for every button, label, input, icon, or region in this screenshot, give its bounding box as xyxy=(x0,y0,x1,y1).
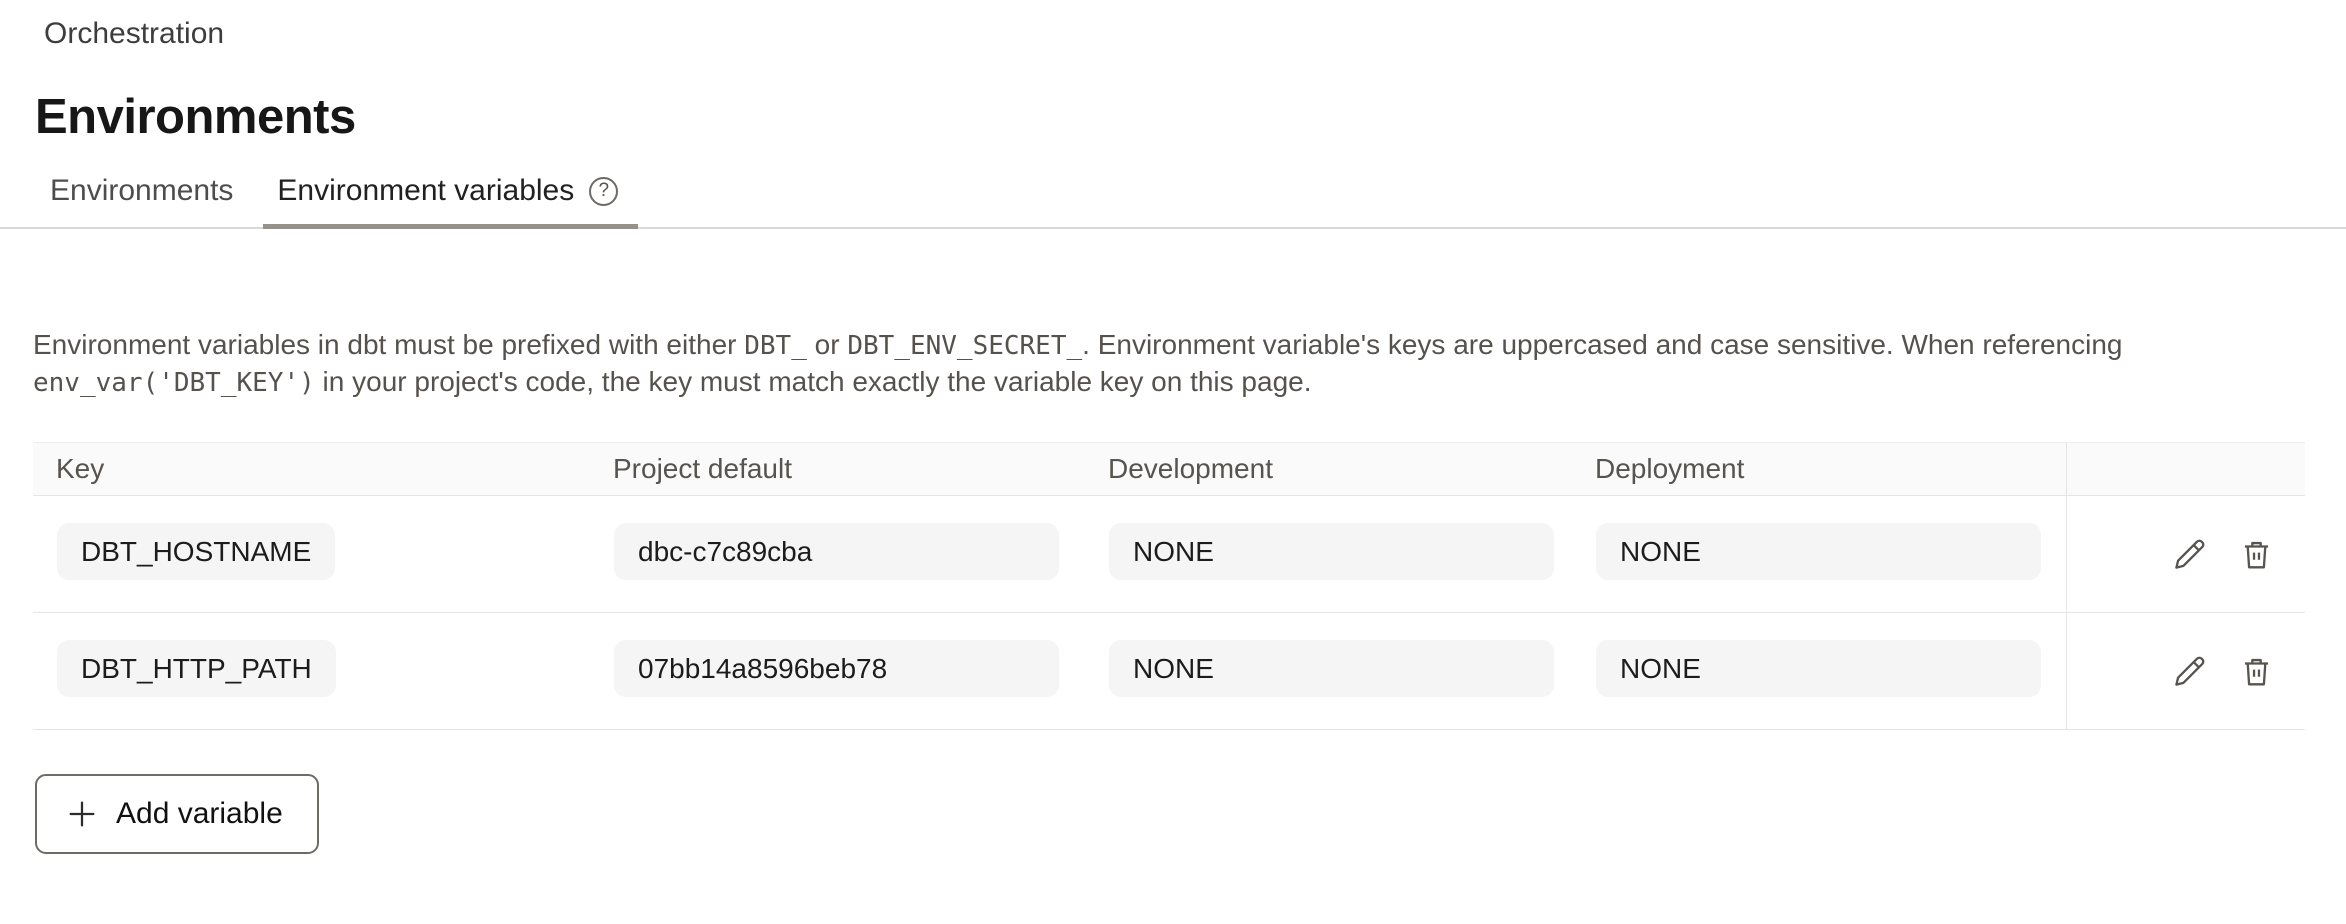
column-header-development: Development xyxy=(1085,453,1572,485)
add-variable-button-label: Add variable xyxy=(116,797,283,831)
key-cell: DBT_HOSTNAME xyxy=(33,523,590,585)
row-actions xyxy=(2066,613,2305,729)
table-header-row: Key Project default Development Deployme… xyxy=(33,442,2305,496)
development-value-pill: NONE xyxy=(1109,640,1554,697)
edit-variable-button[interactable] xyxy=(2171,653,2208,690)
trash-icon xyxy=(2238,653,2275,690)
page-title: Environments xyxy=(35,88,2346,146)
tab-environment-variables[interactable]: Environment variables ? xyxy=(263,174,638,229)
description-text: Environment variables in dbt must be pre… xyxy=(33,327,2133,401)
edit-variable-button[interactable] xyxy=(2171,536,2208,573)
row-actions xyxy=(2066,496,2305,612)
environment-variables-table: Key Project default Development Deployme… xyxy=(33,442,2305,730)
project-default-value-pill: dbc-c7c89cba xyxy=(614,523,1059,580)
tab-environment-variables-label: Environment variables xyxy=(277,174,574,208)
description-part-3: . Environment variable's keys are upperc… xyxy=(1082,329,2122,360)
column-header-deployment: Deployment xyxy=(1572,453,2066,485)
description-part-1: Environment variables in dbt must be pre… xyxy=(33,329,744,360)
code-dbt-prefix: DBT_ xyxy=(744,331,807,361)
description-part-4: in your project's code, the key must mat… xyxy=(315,366,1312,397)
column-header-project-default: Project default xyxy=(590,453,1085,485)
pencil-icon xyxy=(2171,536,2208,573)
deployment-cell: NONE xyxy=(1572,523,2066,585)
deployment-value-pill: NONE xyxy=(1596,523,2041,580)
deployment-value-pill: NONE xyxy=(1596,640,2041,697)
breadcrumb[interactable]: Orchestration xyxy=(44,16,224,52)
project-default-cell: dbc-c7c89cba xyxy=(590,523,1085,585)
trash-icon xyxy=(2238,536,2275,573)
development-cell: NONE xyxy=(1085,523,1572,585)
variable-key-pill: DBT_HOSTNAME xyxy=(57,523,335,580)
key-cell: DBT_HTTP_PATH xyxy=(33,640,590,702)
table-row: DBT_HOSTNAME dbc-c7c89cba NONE NONE xyxy=(33,496,2305,613)
table-row: DBT_HTTP_PATH 07bb14a8596beb78 NONE NONE xyxy=(33,613,2305,730)
project-default-value-pill: 07bb14a8596beb78 xyxy=(614,640,1059,697)
column-header-key: Key xyxy=(33,453,590,485)
code-env-var-example: env_var('DBT_KEY') xyxy=(33,368,315,398)
plus-icon xyxy=(65,797,99,831)
add-variable-button[interactable]: Add variable xyxy=(35,774,319,854)
pencil-icon xyxy=(2171,653,2208,690)
development-value-pill: NONE xyxy=(1109,523,1554,580)
project-default-cell: 07bb14a8596beb78 xyxy=(590,640,1085,702)
column-header-actions xyxy=(2066,443,2305,495)
tab-bar: Environments Environment variables ? xyxy=(0,174,2346,229)
help-icon[interactable]: ? xyxy=(589,177,618,206)
description-part-2: or xyxy=(807,329,847,360)
tab-environments[interactable]: Environments xyxy=(35,174,263,229)
variable-key-pill: DBT_HTTP_PATH xyxy=(57,640,336,697)
delete-variable-button[interactable] xyxy=(2238,536,2275,573)
tab-environments-label: Environments xyxy=(50,174,233,208)
deployment-cell: NONE xyxy=(1572,640,2066,702)
code-dbt-env-secret-prefix: DBT_ENV_SECRET_ xyxy=(847,331,1082,361)
delete-variable-button[interactable] xyxy=(2238,653,2275,690)
development-cell: NONE xyxy=(1085,640,1572,702)
